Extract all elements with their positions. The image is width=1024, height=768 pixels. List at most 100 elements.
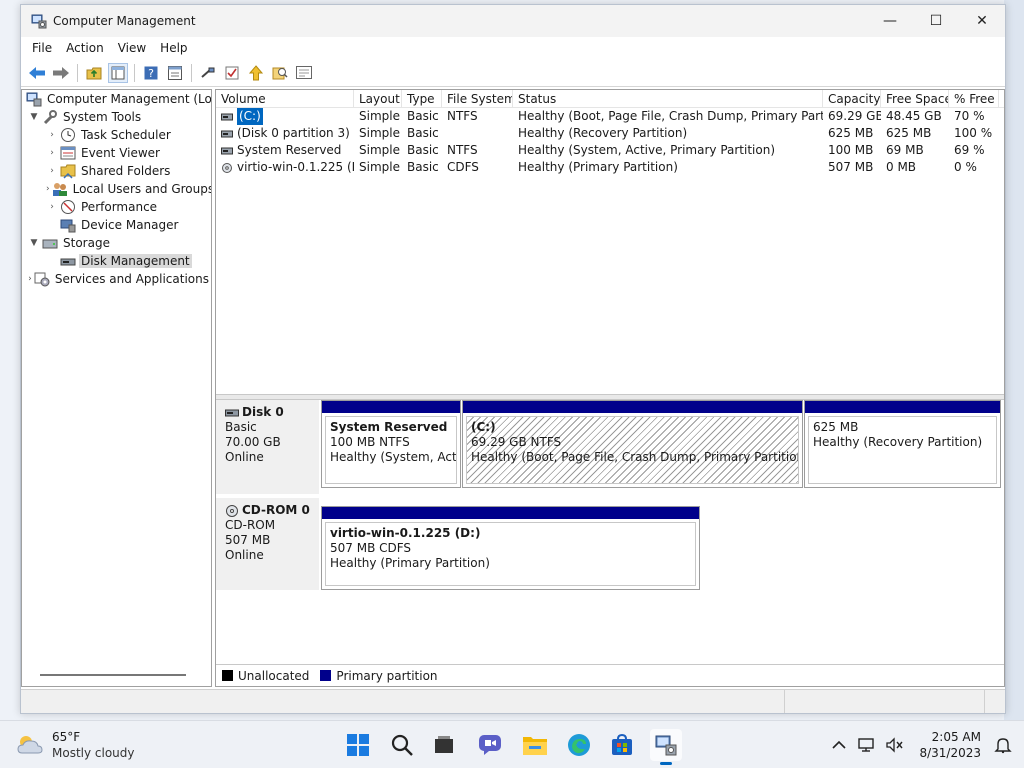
table-row[interactable]: (Disk 0 partition 3) Simple Basic Health… [216,125,1004,142]
column-header-capacity[interactable]: Capacity [823,90,881,107]
expander-icon[interactable]: › [46,166,58,176]
check-icon[interactable] [222,63,242,83]
volume-list-header: Volume Layout Type File System Status Ca… [216,90,1004,108]
up-arrow-icon[interactable] [246,63,266,83]
partition-recovery[interactable]: 625 MB Healthy (Recovery Partition) [804,400,1001,488]
edge-icon[interactable] [563,729,595,761]
properties-icon[interactable] [165,63,185,83]
tree-item-task-scheduler[interactable]: › Task Scheduler [22,126,211,144]
legend: Unallocated Primary partition [216,664,1004,686]
menu-file[interactable]: File [25,37,59,59]
file-explorer-icon[interactable] [519,729,551,761]
clock-date: 8/31/2023 [919,746,981,760]
close-button[interactable]: ✕ [959,5,1005,37]
desktop-background [1004,0,1024,720]
notification-icon[interactable] [992,734,1014,756]
expander-icon[interactable]: › [46,202,58,212]
horizontal-scrollbar[interactable] [40,674,186,676]
volume-muted-icon[interactable] [884,734,906,756]
system-tray: 2:05 AM 8/31/2023 [825,721,1024,768]
help-icon[interactable]: ? [141,63,161,83]
tree-item-local-users[interactable]: › Local Users and Groups [22,180,211,198]
disk-0-label[interactable]: Disk 0 Basic 70.00 GB Online [216,400,319,494]
expander-icon[interactable]: ▼ [28,112,40,122]
cloudy-weather-icon [17,736,43,754]
tree-item-disk-management[interactable]: Disk Management [22,252,211,270]
tree-item-storage[interactable]: ▼ Storage [22,234,211,252]
toolbar-separator [191,63,192,82]
table-row[interactable]: virtio-win-0.1.225 (D:) Simple Basic CDF… [216,159,1004,176]
weather-widget[interactable]: 65°F Mostly cloudy [16,729,135,761]
partition-virtio-win[interactable]: virtio-win-0.1.225 (D:) 507 MB CDFS Heal… [321,506,700,590]
column-header-volume[interactable]: Volume [216,90,354,107]
tree-item-performance[interactable]: › Performance [22,198,211,216]
taskbar: 65°F Mostly cloudy 2:05 AM 8/31/2023 [0,720,1024,768]
maximize-button[interactable]: ☐ [913,5,959,37]
graphical-disk-view: Disk 0 Basic 70.00 GB Online System Rese… [216,400,1004,664]
title-bar[interactable]: Computer Management — ☐ ✕ [21,5,1005,37]
task-view-icon[interactable] [428,729,460,761]
navigation-tree: Computer Management (Local ▼ System Tool… [21,89,212,687]
clock-icon [61,128,75,142]
menu-help[interactable]: Help [153,37,194,59]
expander-icon[interactable]: › [46,148,58,158]
chevron-up-icon[interactable] [828,734,850,756]
event-viewer-icon [60,146,76,160]
back-arrow-icon[interactable] [27,63,47,83]
cdrom-0-label[interactable]: CD-ROM 0 CD-ROM 507 MB Online [216,498,319,590]
expander-icon[interactable]: › [46,130,58,140]
expander-icon[interactable]: › [28,274,32,284]
clock-time: 2:05 AM [931,730,981,744]
partition-c-drive[interactable]: (C:) 69.29 GB NTFS Healthy (Boot, Page F… [462,400,803,488]
menu-view[interactable]: View [111,37,153,59]
expander-icon[interactable]: ▼ [28,238,40,248]
search-icon[interactable] [386,729,418,761]
up-folder-icon[interactable] [84,63,104,83]
column-header-file-system[interactable]: File System [442,90,513,107]
chat-icon[interactable] [474,729,506,761]
performance-icon [61,200,75,214]
status-segment [21,690,785,713]
computer-management-window: Computer Management — ☐ ✕ File Action Vi… [20,4,1006,714]
tree-root[interactable]: Computer Management (Local [22,90,211,108]
console-icon[interactable] [294,63,314,83]
column-header-status[interactable]: Status [513,90,823,107]
drive-icon [221,147,233,154]
computer-management-icon [26,92,42,107]
connect-icon[interactable] [198,63,218,83]
column-header-free-space[interactable]: Free Space [881,90,949,107]
windows-start-icon[interactable] [342,729,374,761]
show-hide-tree-icon[interactable] [108,62,128,83]
table-row[interactable]: System Reserved Simple Basic NTFS Health… [216,142,1004,159]
disk-management-pane: Volume Layout Type File System Status Ca… [215,89,1005,687]
store-icon[interactable] [606,729,638,761]
weather-desc: Mostly cloudy [52,746,135,760]
disk-icon [60,258,76,266]
partition-system-reserved[interactable]: System Reserved 100 MB NTFS Healthy (Sys… [321,400,461,488]
network-icon[interactable] [856,734,878,756]
forward-arrow-icon[interactable] [51,63,71,83]
expander-icon[interactable]: › [46,184,50,194]
tree-item-device-manager[interactable]: Device Manager [22,216,211,234]
minimize-button[interactable]: — [867,5,913,37]
volume-name: (C:) [237,108,263,125]
tree-item-services-applications[interactable]: › Services and Applications [22,270,211,288]
computer-management-icon[interactable] [650,729,682,765]
tree-item-event-viewer[interactable]: › Event Viewer [22,144,211,162]
menu-action[interactable]: Action [59,37,111,59]
search-icon[interactable] [270,63,290,83]
tree-item-system-tools[interactable]: ▼ System Tools [22,108,211,126]
clock[interactable]: 2:05 AM 8/31/2023 [919,729,981,761]
volume-name: virtio-win-0.1.225 (D:) [237,160,354,174]
table-row[interactable]: (C:) Simple Basic NTFS Healthy (Boot, Pa… [216,108,1004,125]
column-header-type[interactable]: Type [402,90,442,107]
legend-label-primary: Primary partition [336,668,438,683]
toolbar-separator [134,63,135,82]
column-header-layout[interactable]: Layout [354,90,402,107]
menu-bar: File Action View Help [21,37,1005,59]
legend-swatch-primary [320,670,332,681]
tree-item-shared-folders[interactable]: › Shared Folders [22,162,211,180]
column-header-percent-free[interactable]: % Free [949,90,999,107]
services-icon [34,272,50,287]
weather-temp: 65°F [52,730,81,744]
